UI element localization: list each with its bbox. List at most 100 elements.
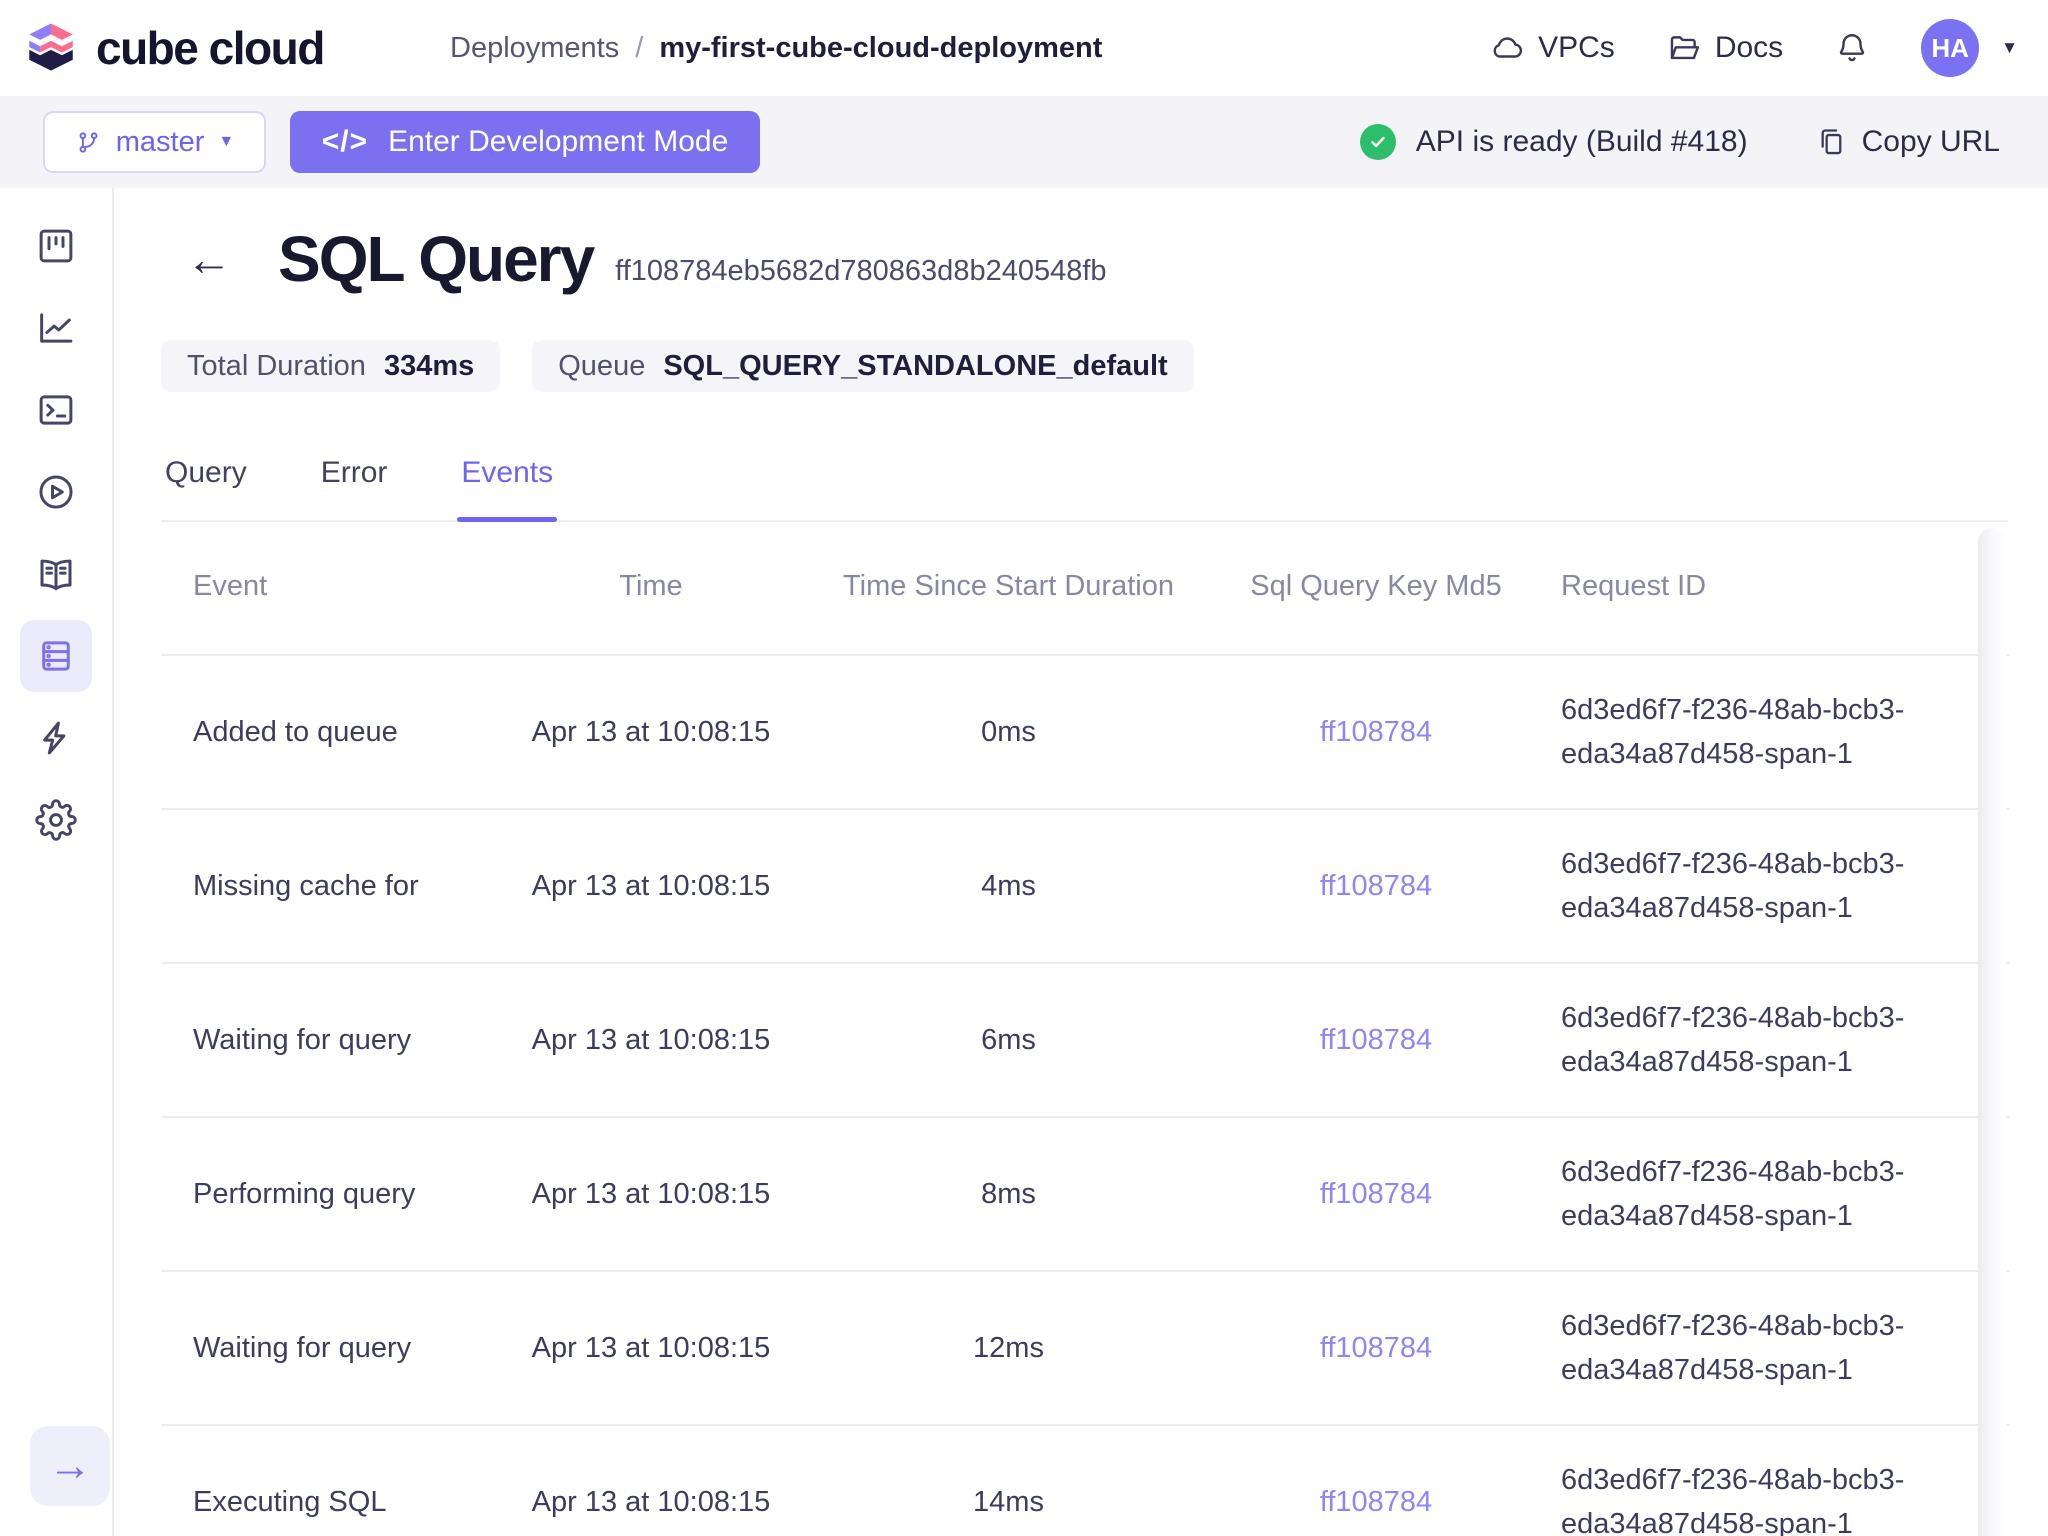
cube-logo-icon (22, 19, 80, 77)
dev-mode-label: Enter Development Mode (388, 125, 728, 159)
table-row: Missing cache for Apr 13 at 10:08:15 4ms… (161, 810, 2010, 964)
table-row: Waiting for query Apr 13 at 10:08:15 12m… (161, 1272, 2010, 1426)
bell-icon (1835, 31, 1869, 65)
time-cell: Apr 13 at 10:08:15 (501, 1332, 801, 1365)
vpcs-label: VPCs (1538, 31, 1615, 65)
request-id-cell: 6d3ed6f7-f236-48ab-bcb3-eda34a87d458-spa… (1536, 688, 2010, 776)
expand-arrow-icon: → (48, 1441, 92, 1491)
duration-cell: 14ms (801, 1486, 1216, 1519)
table-row: Waiting for query Apr 13 at 10:08:15 6ms… (161, 964, 2010, 1118)
header-event: Event (161, 570, 501, 603)
cloud-icon (1490, 31, 1524, 65)
time-cell: Apr 13 at 10:08:15 (501, 870, 801, 903)
event-cell: Waiting for query (161, 1332, 501, 1365)
api-status: API is ready (Build #418) (1360, 124, 1748, 160)
sidebar: → (0, 188, 114, 1536)
total-duration-badge: Total Duration 334ms (161, 340, 500, 392)
account-menu-caret-icon[interactable]: ▼ (2001, 38, 2018, 58)
events-table-header: Event Time Time Since Start Duration Sql… (161, 518, 2010, 656)
sidebar-item-performance[interactable] (20, 702, 92, 774)
docs-link[interactable]: Docs (1667, 31, 1783, 65)
event-cell: Performing query (161, 1178, 501, 1211)
terminal-icon (35, 389, 77, 431)
header-time: Time (501, 570, 801, 603)
top-nav: VPCs Docs HA ▼ (1490, 0, 2018, 96)
header-key-md5: Sql Query Key Md5 (1216, 570, 1536, 603)
breadcrumb-current-deployment: my-first-cube-cloud-deployment (659, 32, 1102, 65)
request-id-cell: 6d3ed6f7-f236-48ab-bcb3-eda34a87d458-spa… (1536, 996, 2010, 1084)
breadcrumb: Deployments / my-first-cube-cloud-deploy… (450, 0, 1102, 96)
sidebar-item-settings[interactable] (20, 784, 92, 856)
database-icon (35, 635, 77, 677)
branch-caret-icon: ▼ (218, 133, 234, 151)
back-button[interactable]: ← (186, 236, 232, 282)
header-duration: Time Since Start Duration (801, 570, 1216, 603)
duration-cell: 12ms (801, 1332, 1216, 1365)
branch-label: master (116, 126, 205, 159)
event-cell: Waiting for query (161, 1024, 501, 1057)
board-icon (35, 225, 77, 267)
table-row: Added to queue Apr 13 at 10:08:15 0ms ff… (161, 656, 2010, 810)
main-content: ← SQL Query ff108784eb5682d780863d8b2405… (116, 188, 2048, 1536)
lightning-icon (35, 717, 77, 759)
sql-query-key-link[interactable]: ff108784 (1216, 870, 1536, 903)
api-status-text: API is ready (Build #418) (1416, 125, 1748, 159)
notifications-button[interactable] (1835, 31, 1869, 65)
duration-cell: 4ms (801, 870, 1216, 903)
sql-query-key-link[interactable]: ff108784 (1216, 1024, 1536, 1057)
sidebar-items (0, 188, 112, 856)
detail-tabs: Query Error Events (161, 446, 2008, 522)
avatar-initials: HA (1931, 33, 1969, 64)
branch-selector[interactable]: master ▼ (43, 111, 266, 173)
breadcrumb-deployments[interactable]: Deployments (450, 32, 619, 65)
page: cube cloud Deployments / my-first-cube-c… (0, 0, 2048, 1536)
book-open-icon (35, 553, 77, 595)
avatar[interactable]: HA (1921, 19, 1979, 77)
tab-query[interactable]: Query (161, 446, 251, 520)
sidebar-item-playground[interactable] (20, 456, 92, 528)
copy-url-button[interactable]: Copy URL (1814, 125, 2000, 159)
request-id-cell: 6d3ed6f7-f236-48ab-bcb3-eda34a87d458-spa… (1536, 842, 2010, 930)
sidebar-item-board[interactable] (20, 210, 92, 282)
sidebar-item-charts[interactable] (20, 292, 92, 364)
vpcs-link[interactable]: VPCs (1490, 31, 1615, 65)
time-cell: Apr 13 at 10:08:15 (501, 1024, 801, 1057)
sql-query-key-link[interactable]: ff108784 (1216, 716, 1536, 749)
sidebar-item-console[interactable] (20, 374, 92, 446)
top-bar: cube cloud Deployments / my-first-cube-c… (0, 0, 2048, 96)
time-cell: Apr 13 at 10:08:15 (501, 1178, 801, 1211)
tab-error[interactable]: Error (317, 446, 392, 520)
play-circle-icon (35, 471, 77, 513)
tab-events[interactable]: Events (457, 446, 557, 520)
event-cell: Missing cache for (161, 870, 501, 903)
gear-icon (35, 799, 77, 841)
summary-badges: Total Duration 334ms Queue SQL_QUERY_STA… (161, 340, 1194, 392)
brand-name: cube cloud (96, 21, 324, 75)
copy-icon (1814, 126, 1846, 158)
enter-development-mode-button[interactable]: </> Enter Development Mode (290, 111, 760, 173)
event-cell: Added to queue (161, 716, 501, 749)
duration-cell: 8ms (801, 1178, 1216, 1211)
sql-query-key-link[interactable]: ff108784 (1216, 1332, 1536, 1365)
queue-badge: Queue SQL_QUERY_STANDALONE_default (532, 340, 1193, 392)
sql-query-key-link[interactable]: ff108784 (1216, 1178, 1536, 1211)
table-row: Performing query Apr 13 at 10:08:15 8ms … (161, 1118, 2010, 1272)
sidebar-expand-button[interactable]: → (30, 1426, 110, 1506)
sidebar-item-data-model[interactable] (20, 538, 92, 610)
queue-label: Queue (558, 350, 645, 383)
table-scrollbar[interactable] (1978, 528, 2006, 1536)
table-row: Executing SQL Apr 13 at 10:08:15 14ms ff… (161, 1426, 2010, 1536)
queue-value: SQL_QUERY_STANDALONE_default (663, 350, 1167, 383)
sidebar-item-queries[interactable] (20, 620, 92, 692)
request-id-cell: 6d3ed6f7-f236-48ab-bcb3-eda34a87d458-spa… (1536, 1458, 2010, 1536)
success-check-icon (1360, 124, 1396, 160)
duration-cell: 0ms (801, 716, 1216, 749)
total-duration-value: 334ms (384, 350, 474, 383)
sql-query-key-link[interactable]: ff108784 (1216, 1486, 1536, 1519)
line-chart-icon (35, 307, 77, 349)
brand-logo[interactable]: cube cloud (22, 0, 324, 96)
time-cell: Apr 13 at 10:08:15 (501, 1486, 801, 1519)
request-id-cell: 6d3ed6f7-f236-48ab-bcb3-eda34a87d458-spa… (1536, 1304, 2010, 1392)
git-branch-icon (75, 129, 102, 156)
events-table: Event Time Time Since Start Duration Sql… (161, 518, 2010, 1536)
